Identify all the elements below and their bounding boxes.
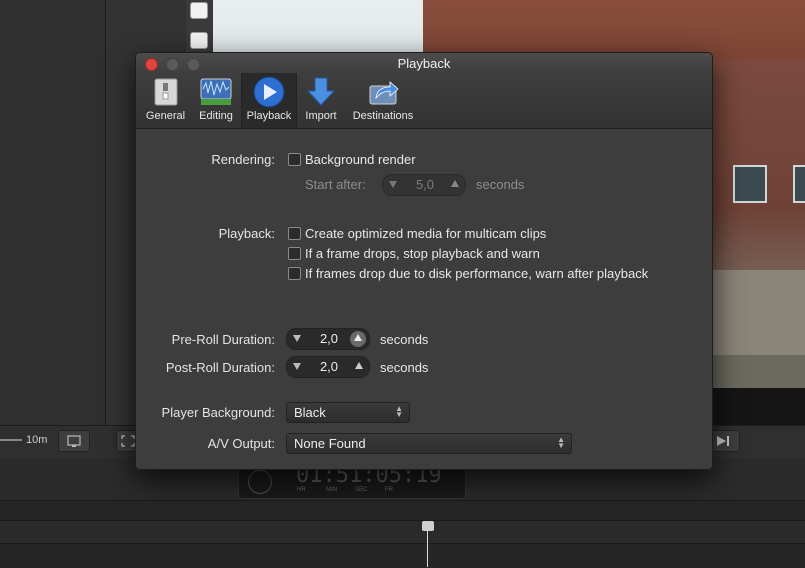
pre-roll-label: Pre-Roll Duration: [171,332,275,347]
pre-roll-unit: seconds [380,332,429,347]
clip-appearance-button[interactable] [58,430,90,452]
tab-playback[interactable]: Playback [241,73,297,128]
filmstrip-hole [190,32,208,49]
tab-label: Playback [246,110,292,122]
start-after-stepper[interactable]: 5,0 [382,174,466,196]
post-roll-label: Post-Roll Duration: [165,360,275,375]
filmstrip-hole [190,2,208,19]
window-title: Playback [397,56,451,71]
frame-drop-stop-checkbox[interactable] [288,247,301,260]
tab-label: Import [305,110,337,122]
browser-panel [0,0,106,455]
chevron-up-down-icon: ▲ ▼ [557,435,565,450]
tab-label: Destinations [352,110,414,122]
background-render-checkbox[interactable] [288,153,301,166]
av-output-label: A/V Output: [207,436,275,451]
chevron-up-down-icon: ▲ ▼ [395,404,403,419]
start-after-value: 5,0 [415,177,435,192]
decrement-icon[interactable] [293,335,301,342]
start-after-label: Start after: [305,177,366,192]
preferences-toolbar: General Editing Playback Import Destinat… [136,73,712,129]
player-background-popup[interactable]: Black ▲ ▼ [286,402,410,423]
skip-forward-icon [717,436,729,446]
waveform-icon [200,78,232,105]
post-roll-unit: seconds [380,360,429,375]
filmstrip [186,0,213,60]
av-output-value: None Found [294,436,366,451]
decrement-icon[interactable] [293,363,301,370]
viewer-frame-roof [423,0,805,60]
tab-import[interactable]: Import [300,73,342,128]
start-after-unit: seconds [476,177,525,192]
switch-icon [154,78,178,106]
disk-frame-drop-checkbox[interactable] [288,267,301,280]
playhead[interactable] [427,530,428,567]
playhead-handle[interactable] [422,521,434,531]
background-render-label: Background render [305,152,416,167]
playback-label: Playback: [218,226,275,241]
gauge-icon [248,470,272,494]
player-background-value: Black [294,405,326,420]
frame-drop-stop-label: If a frame drops, stop playback and warn [305,246,540,261]
post-roll-stepper[interactable]: 2,0 [286,356,370,378]
tab-general[interactable]: General [142,73,189,128]
zoom-slider[interactable] [0,439,22,441]
timecode-unit-fr: FR [385,487,393,493]
preferences-window: Playback General Editing Playback Import… [135,52,713,470]
preferences-content: Rendering: Background render Start after… [136,129,712,469]
tab-destinations[interactable]: Destinations [348,73,418,128]
timecode-unit-min: MIN [326,487,337,493]
timeline-ruler[interactable] [0,520,805,544]
share-icon [369,81,399,105]
timecode-unit-sec: SEC [355,487,368,493]
increment-button[interactable] [350,331,366,347]
zoom-label: 10m [26,434,48,446]
tab-editing[interactable]: Editing [193,73,239,128]
player-background-label: Player Background: [161,405,275,420]
tab-label: Editing [199,110,233,122]
av-output-popup[interactable]: None Found ▲ ▼ [286,433,572,454]
title-bar[interactable]: Playback [136,53,712,73]
pre-roll-value: 2,0 [319,331,339,346]
optimized-multicam-label: Create optimized media for multicam clip… [305,226,547,241]
increment-icon [354,334,362,341]
rendering-label: Rendering: [211,152,275,167]
play-icon [253,76,285,108]
download-arrow-icon [306,77,336,106]
pre-roll-stepper[interactable]: 2,0 [286,328,370,350]
disk-frame-drop-label: If frames drop due to disk performance, … [305,266,649,281]
post-roll-value: 2,0 [319,359,339,374]
viewer-frame-window [793,165,805,203]
filmstrip-icon [67,435,81,447]
viewer-frame-window [733,165,767,203]
optimized-multicam-checkbox[interactable] [288,227,301,240]
increment-icon[interactable] [451,180,459,187]
timecode-unit-hr: HR [297,487,306,493]
increment-icon[interactable] [355,362,363,369]
decrement-icon[interactable] [389,181,397,188]
tab-label: General [145,110,186,122]
